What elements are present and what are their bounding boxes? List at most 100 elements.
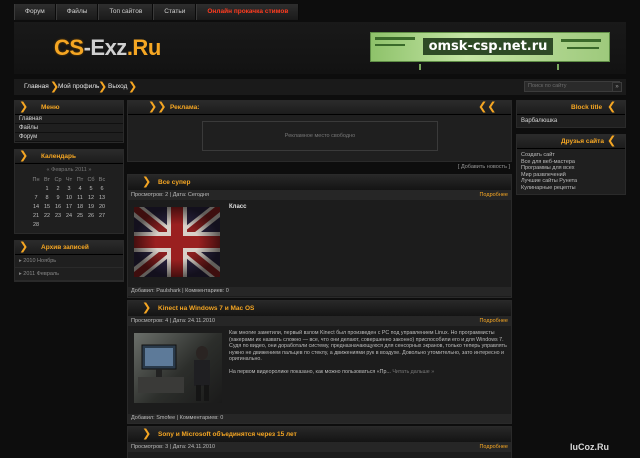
- chevron-right-icon: ❯: [19, 150, 29, 162]
- left-sidebar: ❯ Меню Главная Файлы Форум ❯ Календарь «…: [14, 100, 124, 282]
- calendar-grid: Пн Вт Ср Чт Пт Сб Вс 1 2 3 4 5 6 7 8 9 1…: [31, 175, 108, 229]
- topnav-top-sites[interactable]: Топ сайтов: [98, 4, 154, 20]
- top-navigation: Форум Файлы Топ сайтов Статьи Онлайн про…: [14, 4, 300, 20]
- calendar-day: 16: [54, 203, 62, 210]
- news-footer: Добавил: Paulshark | Комментариев: 0: [128, 287, 511, 296]
- calendar-block: ❯ Календарь « Февраль 2011 » Пн Вт Ср Чт…: [14, 149, 124, 234]
- news-item: ❯ Kinect на Windows 7 и Mac OS Просмотро…: [127, 300, 512, 424]
- news-meta-text: Просмотров: 4 | Дата: 24.11.2010: [131, 318, 216, 324]
- friends-list: Создать сайт Все для веб-мастера Програм…: [517, 149, 625, 191]
- news-body-text2: На первом видеоролике показано, как можн…: [229, 369, 507, 376]
- friends-block-title: Друзья сайта: [561, 138, 604, 145]
- news-more-link[interactable]: Подробнее: [479, 442, 508, 452]
- banner-decoration: [561, 39, 601, 42]
- calendar-day: [64, 220, 75, 229]
- news-header: ❯ Sony и Microsoft объединятся через 15 …: [128, 427, 511, 442]
- calendar-day: 19: [87, 203, 95, 210]
- topnav-files[interactable]: Файлы: [55, 4, 99, 20]
- custom-block-title: Block title: [571, 104, 603, 111]
- calendar-day: [53, 220, 64, 229]
- site-logo[interactable]: CS-Exz.Ru: [54, 35, 161, 61]
- news-body: Как многие заметили, первый взлом Kinect…: [128, 326, 511, 414]
- calendar-day: 10: [65, 194, 73, 201]
- calendar-day: [42, 220, 53, 229]
- ad-placeholder: Рекламное место свободно: [202, 121, 438, 151]
- read-more-link[interactable]: Читать дальше »: [392, 369, 434, 375]
- calendar-month[interactable]: « Февраль 2011 »: [15, 164, 123, 173]
- chevron-right-icon: ❯: [142, 428, 152, 440]
- news-image-kinect[interactable]: [134, 333, 222, 403]
- calendar-day-header: Вс: [98, 176, 106, 183]
- archive-item[interactable]: ▸ 2011 Февраль: [15, 268, 123, 281]
- banner-decoration: [375, 44, 405, 46]
- calendar-day: 12: [87, 194, 95, 201]
- calendar-day: 9: [56, 194, 60, 201]
- calendar-day: 2: [56, 185, 60, 192]
- news-meta: Просмотров: 3 | Дата: 24.11.2010 Подробн…: [128, 442, 511, 452]
- menu-item-forum[interactable]: Форум: [15, 133, 123, 142]
- menu-block-title: Меню: [41, 104, 60, 111]
- friend-link[interactable]: Кулинарные рецепты: [517, 185, 625, 192]
- news-title[interactable]: Все супер: [158, 179, 190, 186]
- header-banner[interactable]: omsk-csp.net.ru: [370, 32, 610, 70]
- calendar-day-header: Пт: [76, 176, 84, 183]
- news-footer: Добавил: Smofee | Комментариев: 0: [128, 414, 511, 423]
- banner-decoration: [567, 47, 599, 49]
- chevron-left-icon: ❮: [607, 135, 617, 147]
- news-header: ❯ Kinect на Windows 7 и Mac OS: [128, 301, 511, 316]
- calendar-day: 24: [65, 212, 73, 219]
- topnav-articles[interactable]: Статьи: [153, 4, 197, 20]
- topnav-forum[interactable]: Форум: [14, 4, 56, 20]
- main-navigation: Главная ❯ Мой профиль ❯ Выход ❯ Поиск по…: [14, 79, 626, 95]
- custom-block: Block title ❮ Варбалюшка: [516, 100, 626, 128]
- nav-arrow-icon: ❯: [98, 81, 108, 93]
- friends-block-header: Друзья сайта ❮: [517, 135, 625, 149]
- news-more-link[interactable]: Подробнее: [479, 190, 508, 200]
- topnav-online-boost[interactable]: Онлайн прокачка стимов: [196, 4, 300, 20]
- calendar-day-header: Вт: [43, 176, 50, 183]
- add-news-link[interactable]: [ Добавить новость ]: [127, 162, 512, 172]
- news-item: ❯ Все супер Просмотров: 2 | Дата: Сегодн…: [127, 174, 512, 298]
- ads-block-title: Реклама:: [170, 104, 200, 111]
- news-body-text: Как многие заметили, первый взлом Kinect…: [229, 330, 507, 363]
- calendar-day: 17: [65, 203, 73, 210]
- calendar-day: 8: [45, 194, 49, 201]
- custom-block-header: Block title ❮: [517, 101, 625, 115]
- search-button[interactable]: »: [612, 82, 622, 92]
- news-meta: Просмотров: 2 | Дата: Сегодня Подробнее: [128, 190, 511, 200]
- archive-item-label: 2011 Февраль: [23, 271, 60, 277]
- nav-home[interactable]: Главная: [24, 79, 49, 95]
- logo-part-cs: CS: [54, 35, 84, 60]
- menu-item-home[interactable]: Главная: [15, 115, 123, 124]
- calendar-day: [97, 220, 108, 229]
- calendar-block-title: Календарь: [41, 153, 76, 160]
- search-input[interactable]: Поиск по сайту: [524, 81, 620, 92]
- calendar-day-header: Ср: [54, 176, 62, 183]
- kinect-photo-icon: [138, 344, 210, 401]
- calendar-day: 21: [32, 212, 40, 219]
- banner-decoration: [375, 37, 415, 40]
- banner-tick: [557, 64, 559, 70]
- calendar-day: [75, 220, 86, 229]
- archive-item[interactable]: ▸ 2010 Ноябрь: [15, 255, 123, 268]
- logo-part-exz: -Exz: [83, 35, 128, 60]
- chevron-right-icon: ❯: [142, 176, 152, 188]
- news-more-link[interactable]: Подробнее: [479, 316, 508, 326]
- news-body: Класс: [128, 200, 511, 287]
- logo-part-ru: .Ru: [126, 35, 161, 60]
- news-title[interactable]: Sony и Microsoft объединятся через 15 ле…: [158, 431, 297, 438]
- nav-logout[interactable]: Выход: [108, 79, 127, 95]
- calendar-day: 7: [34, 194, 38, 201]
- calendar-day: [86, 220, 97, 229]
- archive-block-header: ❯ Архив записей: [15, 241, 123, 255]
- calendar-day: 22: [43, 212, 51, 219]
- calendar-day: 23: [54, 212, 62, 219]
- news-title[interactable]: Kinect на Windows 7 и Mac OS: [158, 305, 254, 312]
- nav-profile[interactable]: Мой профиль: [58, 79, 99, 95]
- menu-item-files[interactable]: Файлы: [15, 124, 123, 133]
- calendar-day: 26: [87, 212, 95, 219]
- calendar-day: 28: [32, 221, 40, 228]
- menu-block-header: ❯ Меню: [15, 101, 123, 115]
- news-image-uk-flag[interactable]: [134, 207, 220, 277]
- calendar-day: 4: [78, 185, 82, 192]
